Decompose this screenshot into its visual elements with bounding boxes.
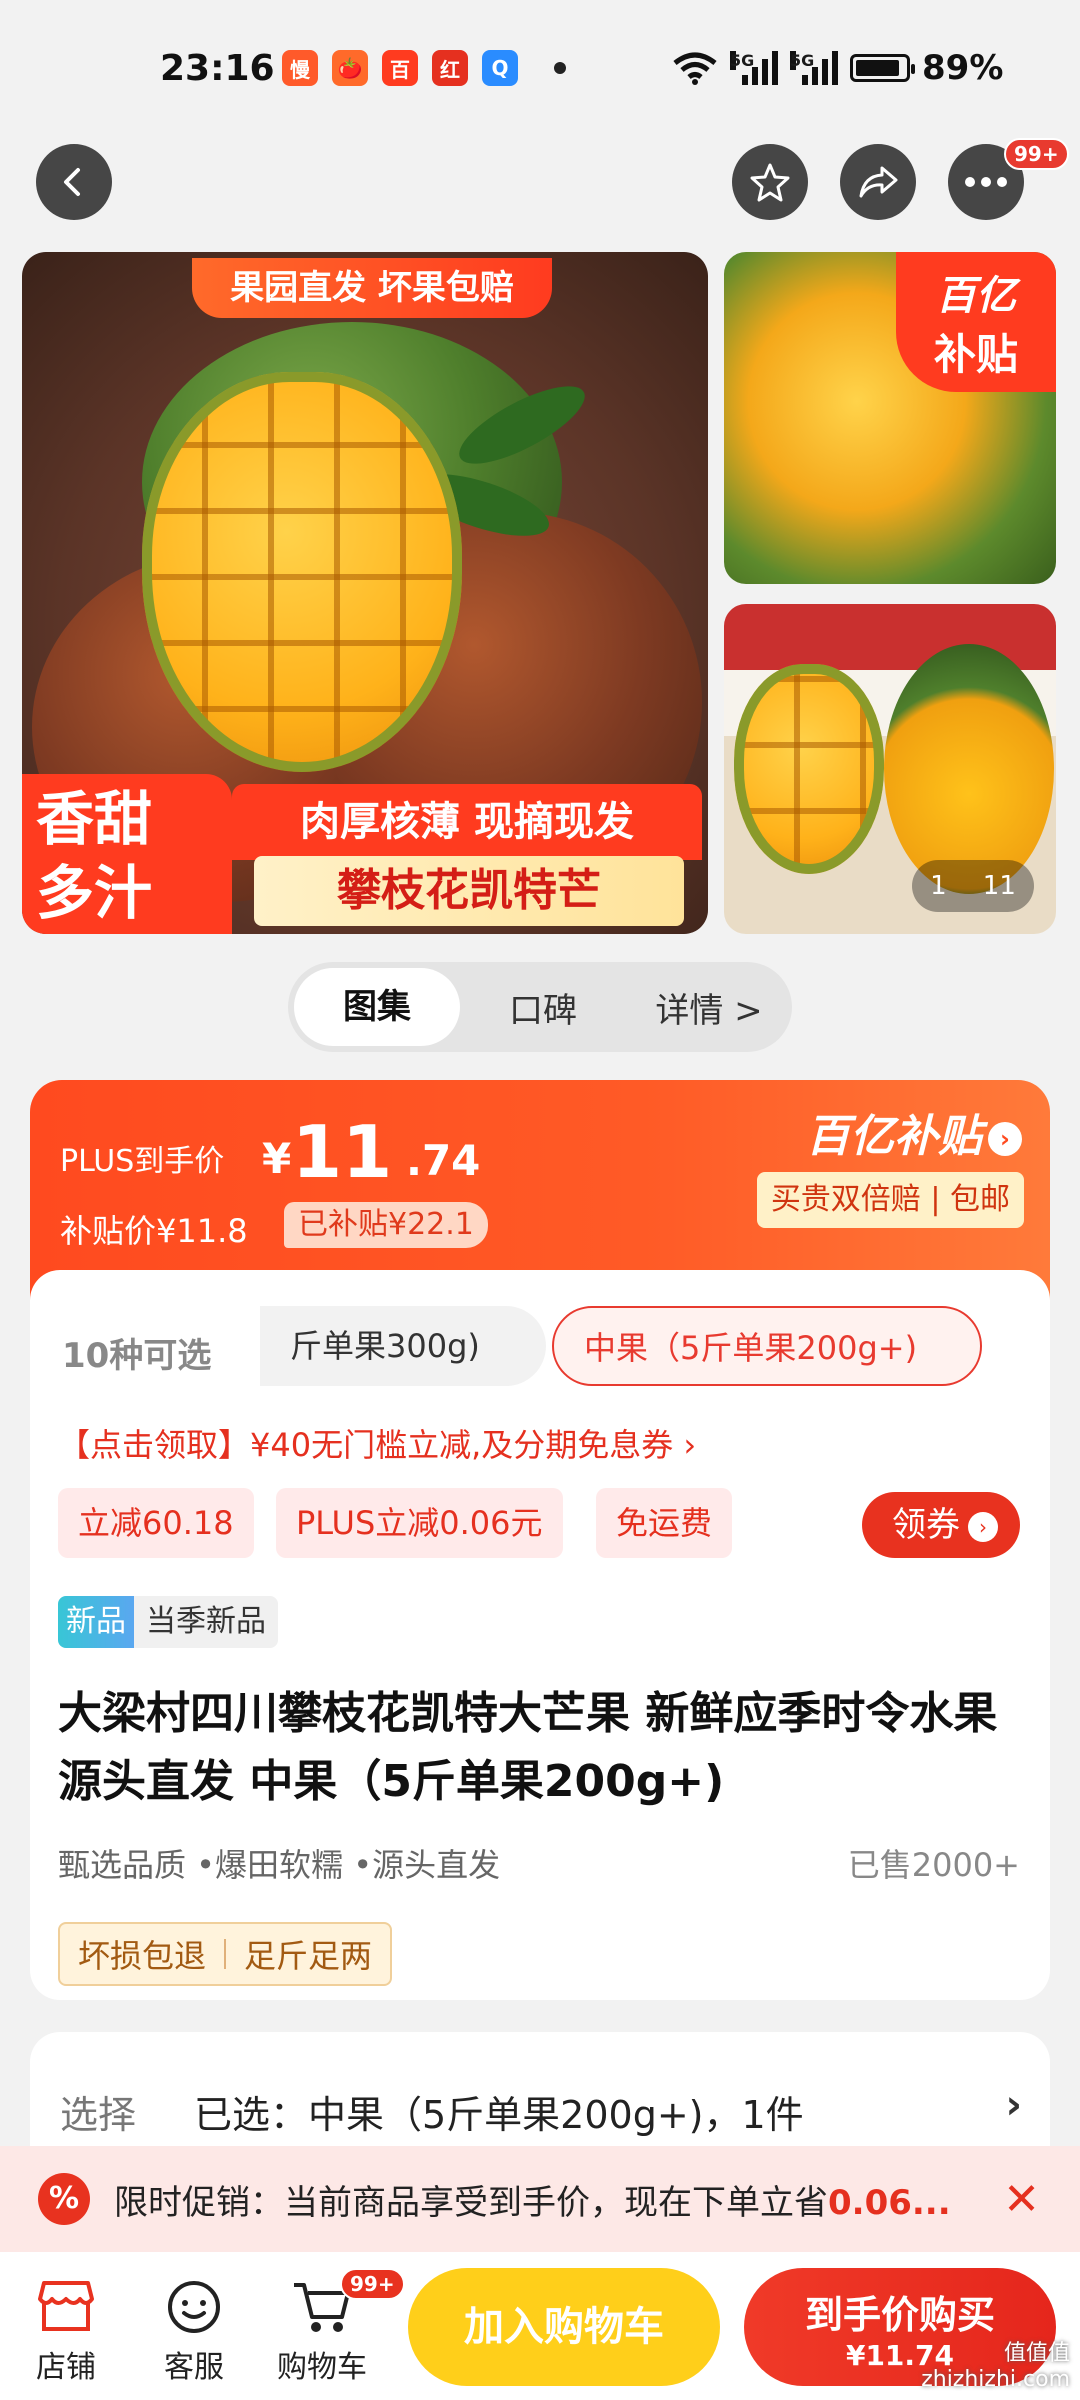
tab-gallery[interactable]: 图集	[294, 968, 460, 1046]
watermark-line-1: 值值值	[1003, 2341, 1070, 2366]
sweet-label: 香甜 多汁	[22, 774, 232, 934]
notification-dot-icon	[554, 62, 566, 74]
claim-coupon-label: 领券	[892, 1505, 960, 1545]
product-main-image[interactable]: 果园直发 坏果包赔 香甜 多汁 肉厚核薄 现摘现发 攀枝花凯特芒	[22, 252, 708, 934]
promo-tag-discount: 立减60.18	[58, 1488, 254, 1558]
slogan-bar: 肉厚核薄 现摘现发	[232, 784, 702, 860]
price-decimal: .74	[406, 1136, 481, 1185]
subsidy-badge-line-1: 百亿	[936, 272, 1016, 319]
product-features: 甄选品质 •爆田软糯 •源头直发	[58, 1846, 501, 1884]
nav-cart[interactable]: 99+ 购物车	[262, 2268, 405, 2386]
signal-icon: 5G	[730, 51, 778, 85]
battery-percent: 89%	[922, 48, 1004, 88]
nav-customer-service[interactable]: 客服	[134, 2272, 254, 2386]
tab-details[interactable]: 详情 >	[626, 983, 792, 1032]
more-badge: 99+	[1004, 138, 1069, 170]
status-time: 23:16	[160, 48, 275, 89]
mango-cut-image	[142, 372, 462, 772]
coupon-claim-link[interactable]: 【点击领取】¥40无门槛立减,及分期免息券 ›	[58, 1420, 696, 1466]
signal-icon-2: 5G	[790, 51, 838, 85]
new-product-badge: 新品 当季新品	[58, 1596, 278, 1648]
select-label: 选择	[60, 2093, 137, 2137]
price-integer: 11	[292, 1110, 393, 1194]
price-currency: ¥	[262, 1134, 292, 1183]
favorite-button[interactable]	[732, 144, 808, 220]
billion-subsidy-link[interactable]: 百亿补贴 ›	[806, 1100, 1022, 1164]
status-app-icons: 慢 🍅 百 红 Q	[282, 50, 518, 86]
mango-half-thumb	[884, 644, 1054, 894]
claim-coupon-button[interactable]: 领券 ›	[862, 1492, 1020, 1558]
image-counter: 1 11	[912, 860, 1034, 912]
share-button[interactable]	[840, 144, 916, 220]
buy-now-label: 到手价购买	[804, 2293, 995, 2337]
option-chip-1[interactable]: 斤单果300g)	[260, 1306, 546, 1386]
back-button[interactable]	[36, 144, 112, 220]
promo-notice-amount: 0.06...	[828, 2182, 951, 2223]
subsidy-badge-line-2: 补贴	[933, 329, 1018, 379]
watermark: 值值值 zhizhizhi.com	[921, 2335, 1070, 2392]
image-counter-current: 1	[930, 871, 947, 901]
discount-icon: %	[38, 2173, 90, 2225]
app-icon-1: 慢	[282, 50, 318, 86]
tab-reviews[interactable]: 口碑	[460, 983, 626, 1032]
promo-tag-plus: PLUS立减0.06元	[276, 1488, 563, 1558]
app-icon-3: 百	[382, 50, 418, 86]
battery-icon	[850, 54, 915, 82]
nav-cart-label: 购物车	[277, 2350, 367, 2385]
cart-badge: 99+	[340, 2268, 405, 2300]
promo-notice-message: 限时促销：当前商品享受到手价，现在下单立省	[114, 2182, 828, 2223]
nav-customer-service-label: 客服	[164, 2350, 224, 2385]
sweet-line-2: 多汁	[36, 859, 153, 927]
chevron-left-icon	[64, 168, 80, 196]
selected-spec: 已选：中果（5斤单果200g+)，1件	[194, 2093, 804, 2137]
plus-price-label: PLUS到手价	[60, 1144, 225, 1179]
subsidized-tag: 已补贴¥22.1	[284, 1202, 488, 1248]
sweet-line-1: 香甜	[36, 785, 153, 853]
sold-count: 已售2000+	[847, 1846, 1020, 1884]
promo-notice-text: 限时促销：当前商品享受到手价，现在下单立省0.06...	[114, 2175, 951, 2224]
product-name-banner: 攀枝花凯特芒	[254, 856, 684, 926]
star-icon	[750, 163, 790, 202]
mango-cut-thumb	[734, 664, 884, 874]
store-icon	[6, 2272, 126, 2342]
add-to-cart-button[interactable]: 加入购物车	[408, 2268, 720, 2386]
promo-tag-free-shipping: 免运费	[596, 1488, 733, 1558]
status-indicators: 5G 5G 89%	[672, 48, 1003, 88]
guarantee-tags: 坏损包退 足斤足两	[58, 1922, 393, 1986]
chevron-right-icon: ›	[988, 1122, 1022, 1156]
subsidy-guarantee: 买贵双倍赔 | 包邮	[756, 1172, 1024, 1228]
new-badge-text: 当季新品	[134, 1596, 278, 1648]
product-info-card: 10种可选 斤单果300g) 中果（5斤单果200g+) 【点击领取】¥40无门…	[30, 1270, 1050, 2000]
more-dots-icon	[965, 177, 1007, 187]
gallery-thumb-1[interactable]: 百亿 补贴	[724, 252, 1056, 584]
subsidy-price: 补贴价¥11.8	[60, 1212, 248, 1250]
app-icon-2: 🍅	[332, 50, 368, 86]
guarantee-full-weight: 足斤足两	[244, 1937, 373, 1975]
top-ribbon: 果园直发 坏果包赔	[192, 258, 552, 318]
billion-subsidy-logo: 百亿补贴	[806, 1111, 982, 1162]
gallery-thumb-2[interactable]: 1 11	[724, 604, 1056, 934]
app-icon-5: Q	[482, 50, 518, 86]
share-icon	[859, 166, 898, 198]
content-tabs: 图集 口碑 详情 >	[288, 962, 792, 1052]
wifi-icon	[673, 52, 717, 85]
nav-store[interactable]: 店铺	[6, 2272, 126, 2386]
chat-icon	[134, 2272, 254, 2342]
promo-notice[interactable]: % 限时促销：当前商品享受到手价，现在下单立省0.06... ✕	[0, 2146, 1080, 2252]
guarantee-damage-refund: 坏损包退	[78, 1937, 207, 1975]
image-counter-total: 11	[982, 871, 1016, 901]
nav-store-label: 店铺	[36, 2350, 96, 2385]
option-count: 10种可选	[62, 1336, 212, 1376]
watermark-line-2: zhizhizhi.com	[921, 2367, 1070, 2392]
app-icon-4: 红	[432, 50, 468, 86]
chevron-right-icon: ›	[1005, 2082, 1022, 2128]
bottom-action-bar: 店铺 客服 99+ 购物车 加入购物车 到手价购买 ¥11.74 值值值 zhi…	[0, 2252, 1080, 2400]
chevron-right-icon: ›	[968, 1511, 998, 1542]
billion-subsidy-badge: 百亿 补贴	[896, 252, 1056, 392]
close-icon[interactable]: ✕	[1003, 2174, 1040, 2225]
product-title: 大梁村四川攀枝花凯特大芒果 新鲜应季时令水果 源头直发 中果（5斤单果200g+…	[58, 1688, 998, 1807]
new-badge-tag: 新品	[58, 1596, 134, 1648]
option-chip-2[interactable]: 中果（5斤单果200g+)	[552, 1306, 982, 1386]
